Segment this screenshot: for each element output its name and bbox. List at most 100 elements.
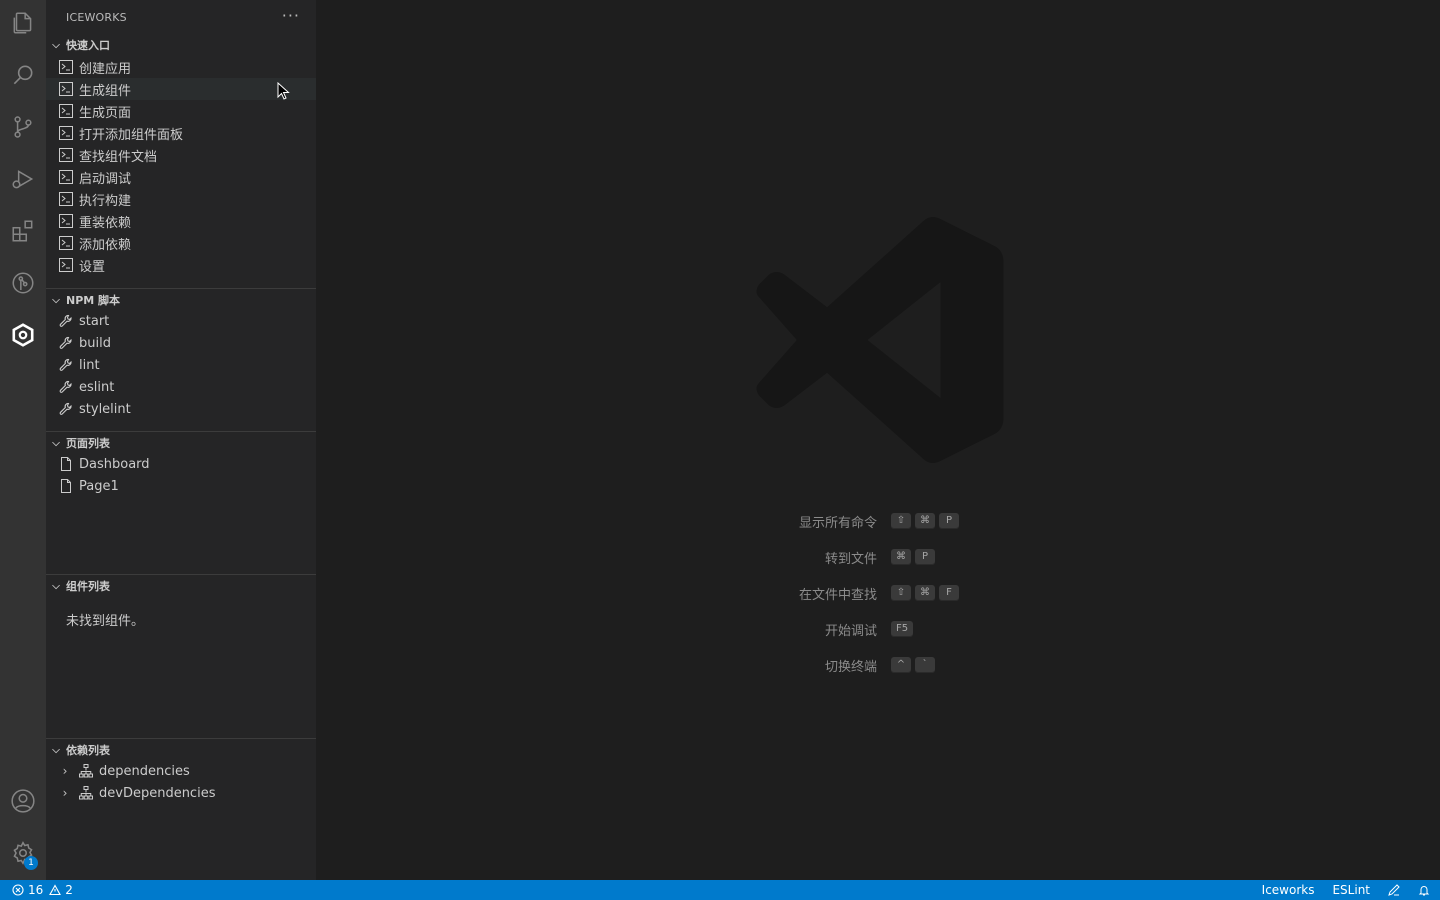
shortcut-label: 在文件中查找: [798, 587, 877, 603]
files-icon[interactable]: [0, 0, 46, 46]
section-header-npm-scripts[interactable]: ⌵ NPM 脚本: [46, 289, 316, 311]
warning-icon: [49, 884, 62, 896]
npm-script-item[interactable]: lint: [46, 354, 316, 376]
wrench-icon: [58, 335, 74, 351]
item-label: 执行构建: [79, 193, 132, 209]
chevron-down-icon: ⌵: [52, 39, 60, 51]
extensions-icon[interactable]: [0, 208, 46, 254]
problems-indicator[interactable]: 16 2: [12, 880, 73, 900]
wrench-icon: [58, 379, 74, 395]
terminal-icon: [58, 169, 74, 185]
account-icon[interactable]: [0, 778, 46, 824]
settings-badge: 1: [24, 856, 38, 870]
more-actions-icon[interactable]: ···: [282, 6, 300, 25]
npm-script-item[interactable]: start: [46, 310, 316, 332]
quick-entry-item[interactable]: 执行构建: [46, 188, 316, 210]
sidebar-title: ICEWORKS ···: [46, 0, 316, 34]
mouse-cursor-icon: [277, 82, 290, 100]
vscode-logo-watermark: [756, 217, 1004, 463]
item-label: stylelint: [79, 401, 131, 417]
sidebar: ICEWORKS ··· ⌵ 快速入口 创建应用生成组件生成页面 打开添加组件面板…: [46, 0, 316, 880]
iceworks-icon[interactable]: [0, 312, 46, 358]
item-label: 添加依赖: [79, 237, 132, 253]
shortcut-keys: ⌘ P: [891, 549, 935, 565]
quick-entry-item[interactable]: 生成组件: [46, 78, 316, 100]
item-label: devDependencies: [99, 785, 216, 801]
activity-bar: 1: [0, 0, 46, 880]
keycap: ⇧: [891, 585, 911, 601]
search-icon[interactable]: [0, 52, 46, 98]
sidebar-title-label: ICEWORKS: [66, 10, 127, 24]
keycap: `: [915, 657, 935, 673]
status-bar: 16 2 Iceworks ESLint: [0, 880, 1440, 900]
quick-entry-item[interactable]: 设置: [46, 254, 316, 276]
section-header-pages[interactable]: ⌵ 页面列表: [46, 432, 316, 454]
page-item[interactable]: Page1: [46, 475, 316, 497]
dependency-item[interactable]: › devDependencies: [46, 782, 316, 804]
keycap: ⌘: [915, 513, 935, 529]
shortcut-row: 切换终端 ^ `: [316, 654, 1440, 676]
section-header-quick-entry[interactable]: ⌵ 快速入口: [46, 34, 316, 56]
item-label: eslint: [79, 379, 115, 395]
keycap: ⌘: [915, 585, 935, 601]
status-iceworks[interactable]: Iceworks: [1262, 883, 1315, 897]
section-title: 快速入口: [66, 39, 110, 52]
quick-entry-item[interactable]: 打开添加组件面板: [46, 122, 316, 144]
keycap: F5: [891, 621, 914, 637]
terminal-icon: [58, 257, 74, 273]
feedback-icon[interactable]: [1388, 884, 1400, 896]
keycap: P: [915, 549, 935, 565]
terminal-icon: [58, 235, 74, 251]
git-graph-icon[interactable]: [0, 260, 46, 306]
components-empty-message: 未找到组件。: [66, 614, 145, 629]
item-label: dependencies: [99, 763, 190, 779]
terminal-icon: [58, 213, 74, 229]
chevron-down-icon: ⌵: [52, 580, 60, 592]
file-icon: [58, 456, 74, 472]
error-count: 16: [28, 883, 44, 897]
dependency-item[interactable]: › dependencies: [46, 760, 316, 782]
item-label: 启动调试: [79, 171, 132, 187]
item-label: 查找组件文档: [79, 149, 158, 165]
chevron-down-icon: ⌵: [52, 294, 60, 306]
run-debug-icon[interactable]: [0, 156, 46, 202]
section-header-components[interactable]: ⌵ 组件列表: [46, 575, 316, 597]
shortcut-label: 开始调试: [824, 623, 877, 639]
section-header-dependencies[interactable]: ⌵ 依赖列表: [46, 739, 316, 761]
settings-gear-icon[interactable]: 1: [0, 830, 46, 876]
quick-entry-item[interactable]: 创建应用: [46, 56, 316, 78]
npm-script-item[interactable]: stylelint: [46, 398, 316, 420]
dependency-tree-icon: [78, 763, 94, 779]
terminal-icon: [58, 125, 74, 141]
chevron-down-icon: ⌵: [52, 437, 60, 449]
page-item[interactable]: Dashboard: [46, 453, 316, 475]
item-label: 生成页面: [79, 105, 132, 121]
warning-count: 2: [65, 883, 73, 897]
shortcut-keys: F5: [891, 621, 914, 637]
quick-entry-item[interactable]: 生成页面: [46, 100, 316, 122]
shortcut-label: 切换终端: [824, 659, 877, 675]
bell-icon[interactable]: [1418, 884, 1430, 896]
keycap: ⇧: [891, 513, 911, 529]
quick-entry-item[interactable]: 启动调试: [46, 166, 316, 188]
dependency-tree-icon: [78, 785, 94, 801]
npm-script-item[interactable]: build: [46, 332, 316, 354]
section-title: 组件列表: [66, 580, 110, 593]
terminal-icon: [58, 147, 74, 163]
section-title: NPM 脚本: [66, 294, 121, 307]
item-label: 生成组件: [79, 83, 132, 99]
shortcut-keys: ^ `: [891, 657, 935, 673]
shortcut-label: 显示所有命令: [798, 515, 877, 531]
source-control-icon[interactable]: [0, 104, 46, 150]
shortcut-row: 显示所有命令 ⇧ ⌘ P: [316, 510, 1440, 532]
terminal-icon: [58, 191, 74, 207]
quick-entry-item[interactable]: 重装依赖: [46, 210, 316, 232]
npm-script-item[interactable]: eslint: [46, 376, 316, 398]
item-label: Dashboard: [79, 456, 150, 472]
quick-entry-item[interactable]: 添加依赖: [46, 232, 316, 254]
status-eslint[interactable]: ESLint: [1332, 883, 1370, 897]
item-label: start: [79, 313, 110, 329]
chevron-right-icon: ›: [62, 764, 68, 778]
chevron-right-icon: ›: [62, 786, 68, 800]
quick-entry-item[interactable]: 查找组件文档: [46, 144, 316, 166]
